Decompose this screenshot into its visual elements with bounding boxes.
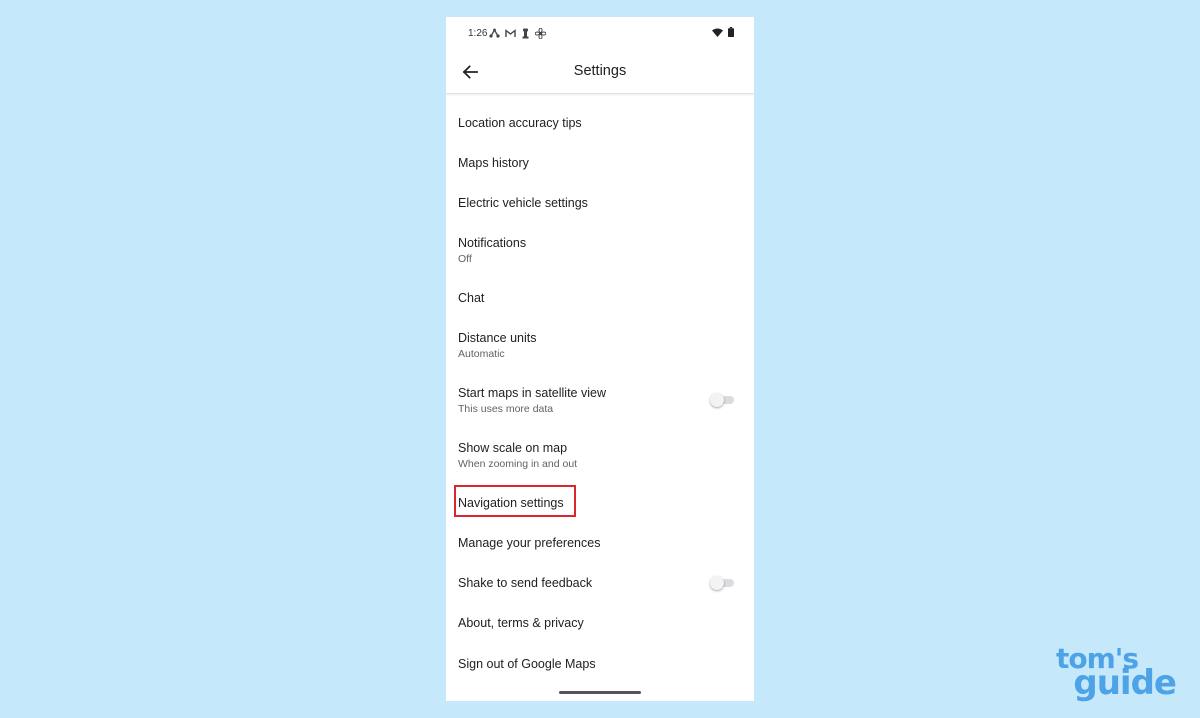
settings-item-distance-units[interactable]: Distance units Automatic [458,330,742,361]
settings-item-location-accuracy-tips[interactable]: Location accuracy tips [458,115,742,131]
item-title: Show scale on map [458,441,568,455]
item-title: About, terms & privacy [458,616,584,630]
item-subtitle: This uses more data [458,403,554,415]
battery-icon [728,27,734,37]
settings-item-about-terms-privacy[interactable]: About, terms & privacy [458,615,742,631]
settings-item-manage-preferences[interactable]: Manage your preferences [458,535,742,551]
status-icons-left [489,27,546,39]
settings-item-shake-feedback[interactable]: Shake to send feedback [458,575,742,591]
settings-item-navigation-settings[interactable]: Navigation settings [458,495,742,511]
settings-item-maps-history[interactable]: Maps history [458,155,742,171]
item-title: Chat [458,291,485,305]
settings-item-chat[interactable]: Chat [458,290,742,306]
home-indicator[interactable] [559,691,641,694]
page-title: Settings [573,63,627,79]
settings-item-notifications[interactable]: Notifications Off [458,235,742,266]
satellite-view-toggle[interactable] [710,393,734,407]
fan-icon [535,27,546,39]
accessibility-icon [521,28,530,39]
item-title: Notifications [458,236,527,250]
item-title: Shake to send feedback [458,576,593,590]
status-bar: 1:26 [446,17,754,51]
settings-item-sign-out[interactable]: Sign out of Google Maps [458,656,742,672]
shake-feedback-toggle[interactable] [710,576,734,590]
item-title: Location accuracy tips [458,116,582,130]
toggle-thumb [710,576,724,590]
logo-line-2: guide [1073,663,1177,703]
status-time: 1:26 [468,28,488,39]
item-subtitle: Automatic [458,348,505,360]
settings-item-satellite-view[interactable]: Start maps in satellite view This uses m… [458,385,742,416]
item-title: Maps history [458,156,529,170]
phone-screen: 1:26 Settings Location accuracy tips Map… [446,17,754,701]
toms-guide-logo: tom's guide [1056,645,1177,703]
item-subtitle: Off [458,253,472,265]
item-title: Distance units [458,331,537,345]
status-icons-right [712,27,734,37]
toggle-thumb [710,393,724,407]
maps-transit-icon [489,28,500,38]
item-title: Manage your preferences [458,536,601,550]
item-title: Start maps in satellite view [458,386,606,400]
wifi-icon [712,28,723,37]
item-title: Sign out of Google Maps [458,657,596,671]
item-title: Navigation settings [458,496,564,510]
item-title: Electric vehicle settings [458,196,588,210]
app-bar: Settings [446,51,754,94]
gmail-icon [505,28,516,38]
settings-item-electric-vehicle-settings[interactable]: Electric vehicle settings [458,195,742,211]
settings-item-show-scale[interactable]: Show scale on map When zooming in and ou… [458,440,742,471]
item-subtitle: When zooming in and out [458,458,578,470]
